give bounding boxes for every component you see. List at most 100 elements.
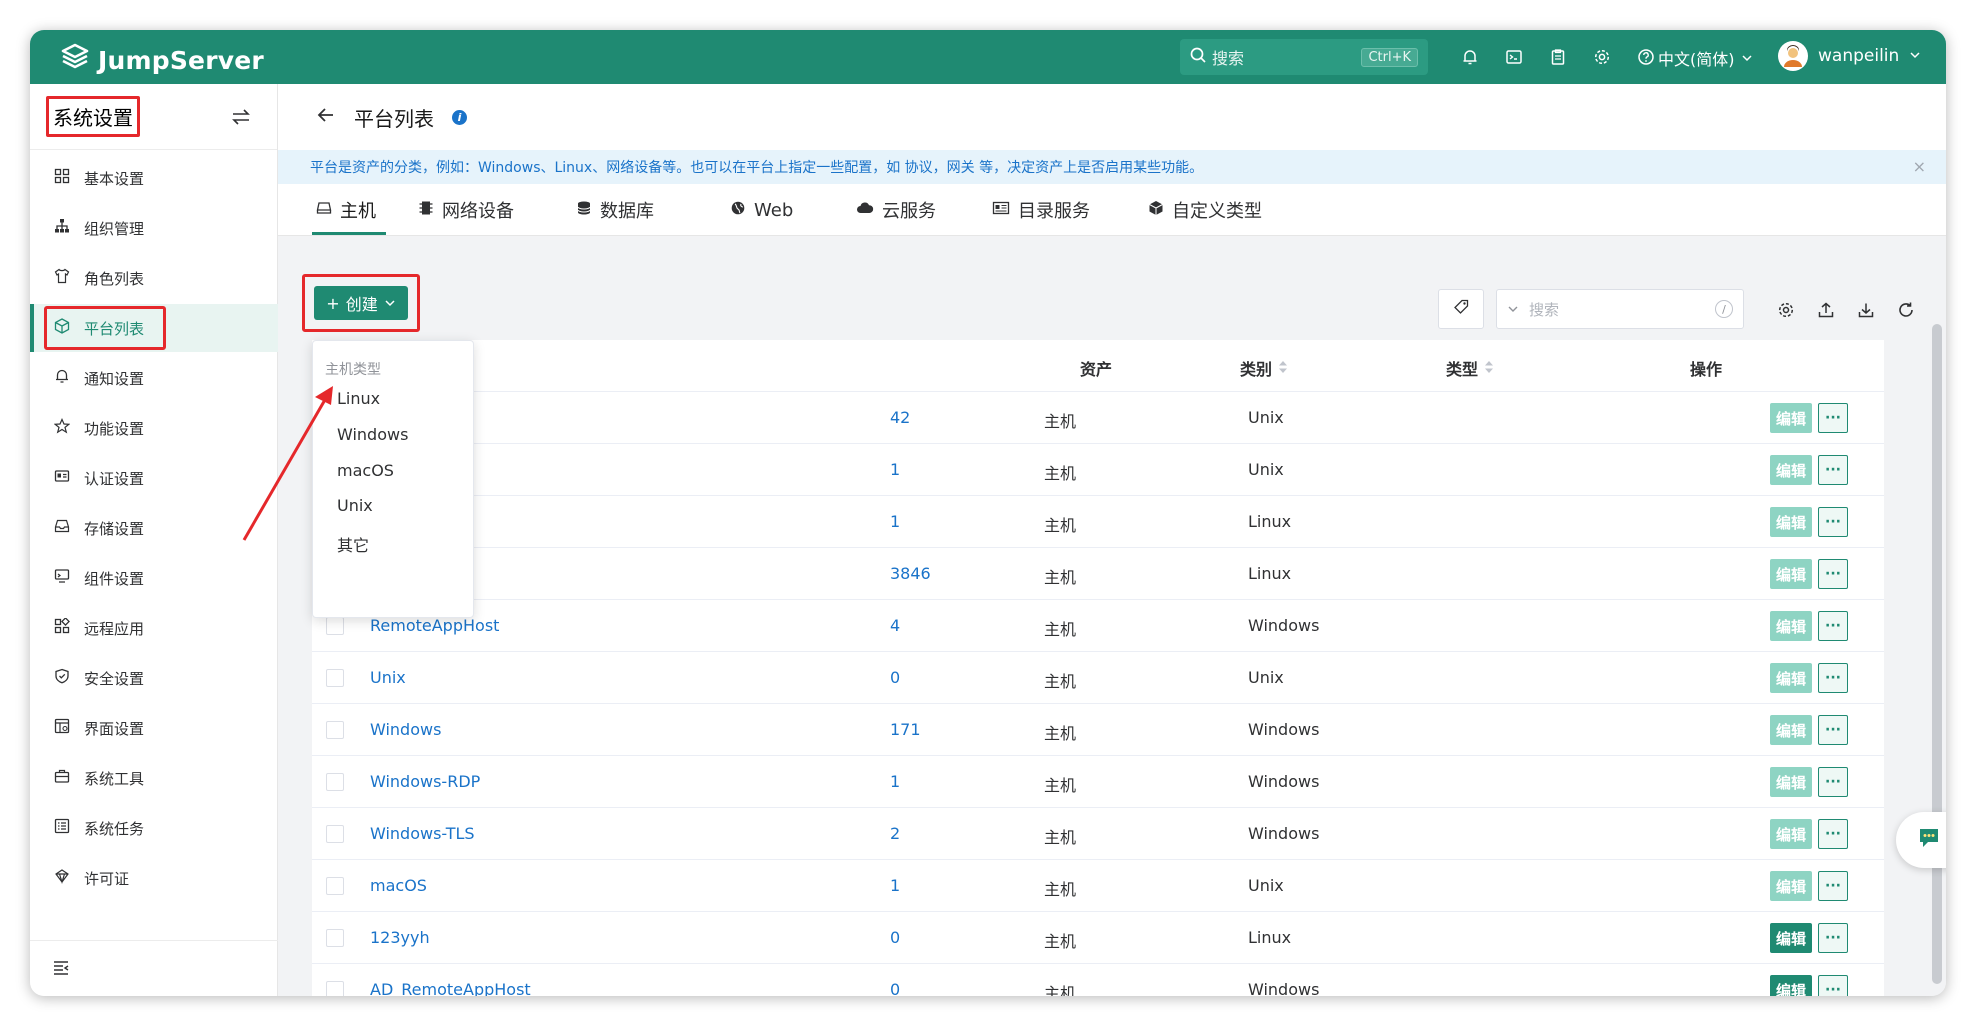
table-row[interactable]: RemoteAppHost 4 主机 Windows 编辑 ··· <box>312 600 1884 652</box>
platform-name-link[interactable]: Windows <box>370 720 441 739</box>
sidebar-item-storage[interactable]: 存储设置 <box>30 504 278 552</box>
sidebar-item-license[interactable]: 许可证 <box>30 854 278 902</box>
edit-button[interactable]: 编辑 <box>1770 923 1812 953</box>
asset-count-link[interactable]: 0 <box>890 980 900 996</box>
asset-count-link[interactable]: 0 <box>890 928 900 947</box>
dropdown-item-macos[interactable]: macOS <box>337 461 394 480</box>
asset-count-link[interactable]: 4 <box>890 616 900 635</box>
table-row[interactable]: 3846 主机 Linux 编辑 ··· <box>312 548 1884 600</box>
row-checkbox[interactable] <box>326 773 344 791</box>
platform-name-link[interactable]: RemoteAppHost <box>370 616 499 635</box>
table-row[interactable]: AD_RemoteAppHost 0 主机 Windows 编辑 ··· <box>312 964 1884 996</box>
edit-button[interactable]: 编辑 <box>1770 403 1812 433</box>
sidebar-item-notifications[interactable]: 通知设置 <box>30 354 278 402</box>
column-header-category[interactable]: 类别 <box>1240 356 1288 380</box>
tag-filter-button[interactable] <box>1438 289 1484 329</box>
row-checkbox[interactable] <box>326 669 344 687</box>
edit-button[interactable]: 编辑 <box>1770 767 1812 797</box>
sidebar-item-system-tasks[interactable]: 系统任务 <box>30 804 278 852</box>
asset-count-link[interactable]: 1 <box>890 512 900 531</box>
sidebar-item-interface[interactable]: 界面设置 <box>30 704 278 752</box>
edit-button[interactable]: 编辑 <box>1770 455 1812 485</box>
table-row[interactable]: 123yyh 0 主机 Linux 编辑 ··· <box>312 912 1884 964</box>
more-actions-button[interactable]: ··· <box>1818 871 1848 901</box>
settings-icon[interactable] <box>1774 298 1798 322</box>
tab-network-devices[interactable]: 网络设备 <box>418 184 514 236</box>
more-actions-button[interactable]: ··· <box>1818 767 1848 797</box>
user-menu[interactable]: wanpeilin <box>1778 41 1921 71</box>
sidebar-item-platforms[interactable]: 平台列表 <box>30 304 278 352</box>
terminal-icon[interactable] <box>1502 45 1526 69</box>
asset-count-link[interactable]: 42 <box>890 408 910 427</box>
platform-name-link[interactable]: Windows-TLS <box>370 824 475 843</box>
asset-count-link[interactable]: 3846 <box>890 564 931 583</box>
sidebar-item-security[interactable]: 安全设置 <box>30 654 278 702</box>
edit-button[interactable]: 编辑 <box>1770 559 1812 589</box>
dropdown-item-unix[interactable]: Unix <box>337 496 373 515</box>
row-checkbox[interactable] <box>326 617 344 635</box>
platform-name-link[interactable]: 123yyh <box>370 928 430 947</box>
asset-count-link[interactable]: 2 <box>890 824 900 843</box>
asset-count-link[interactable]: 1 <box>890 772 900 791</box>
more-actions-button[interactable]: ··· <box>1818 923 1848 953</box>
edit-button[interactable]: 编辑 <box>1770 507 1812 537</box>
table-row[interactable]: Windows 171 主机 Windows 编辑 ··· <box>312 704 1884 756</box>
edit-button[interactable]: 编辑 <box>1770 663 1812 693</box>
more-actions-button[interactable]: ··· <box>1818 819 1848 849</box>
global-search[interactable]: 搜索 Ctrl+K <box>1180 39 1428 75</box>
row-checkbox[interactable] <box>326 825 344 843</box>
edit-button[interactable]: 编辑 <box>1770 975 1812 996</box>
sidebar-item-system-tools[interactable]: 系统工具 <box>30 754 278 802</box>
sidebar-item-auth[interactable]: 认证设置 <box>30 454 278 502</box>
table-row[interactable]: 42 主机 Unix 编辑 ··· <box>312 392 1884 444</box>
tab-directory-services[interactable]: 目录服务 <box>992 184 1090 236</box>
refresh-icon[interactable] <box>1894 298 1918 322</box>
dropdown-item-linux[interactable]: Linux <box>337 389 380 408</box>
tab-custom-types[interactable]: 自定义类型 <box>1148 184 1262 236</box>
platform-name-link[interactable]: macOS <box>370 876 427 895</box>
more-actions-button[interactable]: ··· <box>1818 611 1848 641</box>
sidebar-item-components[interactable]: 组件设置 <box>30 554 278 602</box>
language-switcher[interactable]: 中文(简体) <box>1658 46 1753 70</box>
help-icon[interactable] <box>1634 45 1658 69</box>
table-row[interactable]: Windows-RDP 1 主机 Windows 编辑 ··· <box>312 756 1884 808</box>
chat-support-button[interactable] <box>1896 812 1946 868</box>
table-row[interactable]: Unix 0 主机 Unix 编辑 ··· <box>312 652 1884 704</box>
edit-button[interactable]: 编辑 <box>1770 715 1812 745</box>
table-search-input[interactable]: 搜索 / <box>1496 289 1744 329</box>
platform-name-link[interactable]: Windows-RDP <box>370 772 480 791</box>
more-actions-button[interactable]: ··· <box>1818 507 1848 537</box>
scrollbar[interactable] <box>1932 324 1942 984</box>
create-button[interactable]: + 创建 <box>314 286 408 320</box>
dropdown-item-other[interactable]: 其它 <box>337 532 369 556</box>
sidebar-item-org-management[interactable]: 组织管理 <box>30 204 278 252</box>
platform-name-link[interactable]: AD_RemoteAppHost <box>370 980 531 996</box>
asset-count-link[interactable]: 1 <box>890 460 900 479</box>
more-actions-button[interactable]: ··· <box>1818 975 1848 996</box>
more-actions-button[interactable]: ··· <box>1818 455 1848 485</box>
dropdown-item-windows[interactable]: Windows <box>337 425 408 444</box>
back-arrow-icon[interactable] <box>316 105 336 129</box>
asset-count-link[interactable]: 1 <box>890 876 900 895</box>
tab-web[interactable]: Web <box>730 184 793 236</box>
sidebar-item-roles[interactable]: 角色列表 <box>30 254 278 302</box>
edit-button[interactable]: 编辑 <box>1770 819 1812 849</box>
brand-logo[interactable]: JumpServer <box>60 42 264 78</box>
bell-icon[interactable] <box>1458 45 1482 69</box>
switch-icon[interactable] <box>230 106 252 132</box>
edit-button[interactable]: 编辑 <box>1770 871 1812 901</box>
collapse-menu-icon[interactable] <box>52 959 70 981</box>
row-checkbox[interactable] <box>326 929 344 947</box>
more-actions-button[interactable]: ··· <box>1818 715 1848 745</box>
edit-button[interactable]: 编辑 <box>1770 611 1812 641</box>
tab-cloud[interactable]: 云服务 <box>856 184 936 236</box>
more-actions-button[interactable]: ··· <box>1818 403 1848 433</box>
sidebar-item-remote-apps[interactable]: 远程应用 <box>30 604 278 652</box>
gear-icon[interactable] <box>1590 45 1614 69</box>
asset-count-link[interactable]: 0 <box>890 668 900 687</box>
row-checkbox[interactable] <box>326 981 344 996</box>
close-icon[interactable]: × <box>1913 157 1926 176</box>
row-checkbox[interactable] <box>326 721 344 739</box>
asset-count-link[interactable]: 171 <box>890 720 921 739</box>
row-checkbox[interactable] <box>326 877 344 895</box>
